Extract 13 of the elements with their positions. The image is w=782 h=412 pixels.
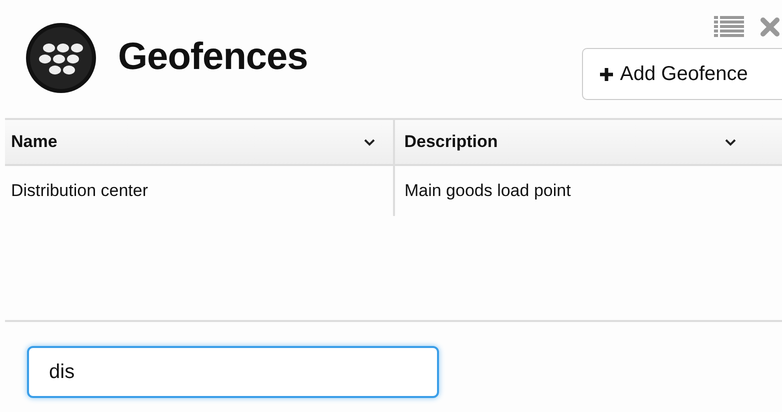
chevron-down-icon [364, 138, 376, 146]
column-header[interactable]: Description [393, 120, 782, 164]
table-cell: Main goods load point [393, 166, 782, 216]
berry-logo-icon [25, 22, 97, 94]
chevron-down-icon [725, 138, 736, 146]
close-icon[interactable] [760, 17, 780, 37]
column-header[interactable]: Name [5, 120, 394, 164]
plus-icon [599, 66, 614, 82]
add-geofence-button[interactable]: Add Geofence [582, 48, 782, 100]
table-cell-text: Distribution center [10, 180, 150, 202]
search-field[interactable]: dis [27, 346, 439, 398]
list-icon[interactable] [714, 16, 744, 38]
page-title: Geofences [118, 36, 308, 79]
